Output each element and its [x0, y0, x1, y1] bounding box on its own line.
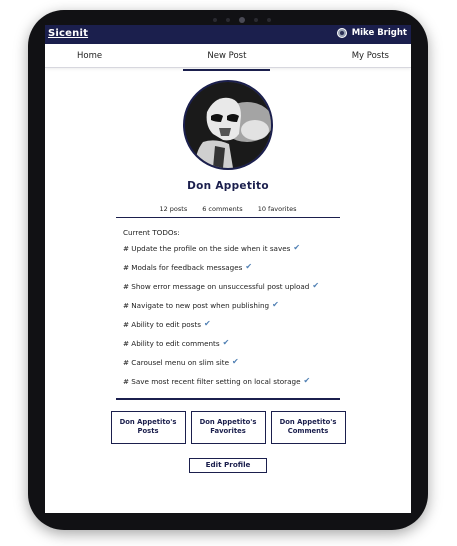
todo-heading: Current TODOs: [123, 228, 180, 237]
stormtrooper-avatar-image [185, 82, 271, 168]
todo-item: # Ability to edit posts ✔ [123, 320, 411, 339]
stat-posts: 12 posts [159, 205, 188, 213]
posts-link-button[interactable]: Don Appetito's Posts [110, 410, 186, 444]
tab-my-posts[interactable]: My Posts [340, 47, 401, 65]
todo-text: # Ability to edit comments [123, 339, 220, 348]
profile-section: Don Appetito 12 posts 6 comments 10 favo… [45, 80, 411, 218]
tablet-frame: Sicenit Mike Bright Home New Post My Pos… [28, 10, 428, 530]
tab-new-post[interactable]: New Post [183, 47, 271, 71]
todo-item: # Save most recent filter setting on loc… [123, 377, 411, 396]
todo-item: # Ability to edit comments ✔ [123, 339, 411, 358]
todo-item: # Carousel menu on slim site ✔ [123, 358, 411, 377]
todo-text: # Carousel menu on slim site [123, 358, 229, 367]
app-screen: Sicenit Mike Bright Home New Post My Pos… [45, 25, 411, 513]
edit-profile-button[interactable]: Edit Profile [189, 457, 267, 473]
user-name: Mike Bright [351, 28, 407, 38]
profile-name: Don Appetito [187, 180, 269, 192]
todo-text: # Save most recent filter setting on loc… [123, 377, 301, 386]
todo-item: # Navigate to new post when publishing ✔ [123, 301, 411, 320]
check-icon: ✔ [245, 262, 253, 271]
check-icon: ✔ [222, 338, 230, 347]
stat-favorites: 10 favorites [257, 205, 297, 213]
main-nav: Home New Post My Posts [45, 44, 411, 71]
profile-links: Don Appetito's Posts Don Appetito's Favo… [45, 410, 411, 444]
todo-list: Current TODOs: # Update the profile on t… [123, 228, 411, 396]
top-bar: Sicenit Mike Bright [45, 25, 411, 44]
check-icon: ✔ [293, 243, 301, 252]
tablet-camera [213, 17, 271, 23]
profile-stats: 12 posts 6 comments 10 favorites [116, 205, 340, 218]
tab-home[interactable]: Home [65, 47, 114, 65]
check-icon: ✔ [303, 376, 311, 385]
todo-text: # Modals for feedback messages [123, 263, 243, 272]
user-avatar-icon [336, 28, 347, 38]
profile-avatar [183, 80, 273, 170]
comments-link-button[interactable]: Don Appetito's Comments [270, 410, 346, 444]
stat-comments: 6 comments [202, 205, 243, 213]
user-menu[interactable]: Mike Bright [336, 28, 407, 38]
favorites-link-button[interactable]: Don Appetito's Favorites [190, 410, 266, 444]
todo-item: # Show error message on unsuccessful pos… [123, 282, 411, 301]
todo-text: # Show error message on unsuccessful pos… [123, 282, 310, 291]
app-logo[interactable]: Sicenit [48, 28, 88, 39]
todo-text: # Ability to edit posts [123, 320, 201, 329]
section-divider [116, 398, 340, 400]
check-icon: ✔ [204, 319, 211, 328]
check-icon: ✔ [272, 300, 279, 309]
todo-text: # Update the profile on the side when it… [123, 244, 291, 253]
check-icon: ✔ [312, 281, 320, 290]
todo-item: # Modals for feedback messages ✔ [123, 263, 411, 282]
todo-text: # Navigate to new post when publishing [123, 301, 270, 310]
todo-item: # Update the profile on the side when it… [123, 244, 411, 263]
check-icon: ✔ [232, 357, 239, 366]
